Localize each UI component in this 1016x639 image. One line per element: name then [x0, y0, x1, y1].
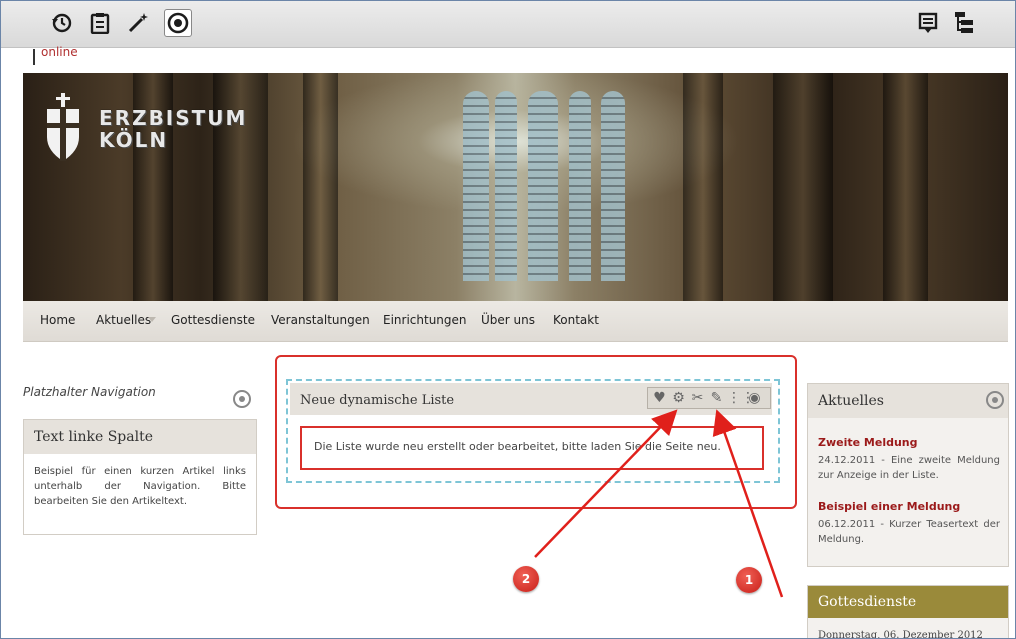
brand-line-1: ERZBISTUM [99, 106, 248, 130]
news-item-text: 24.12.2011 - Eine zweite Meldung zur Anz… [818, 455, 1000, 481]
news-item-text: 06.12.2011 - Kurzer Teasertext der Meldu… [818, 519, 1000, 545]
grid-icon[interactable]: ⋮⋮ [727, 388, 755, 408]
navigation-placeholder: Platzhalter Navigation [23, 385, 156, 399]
favorite-add-icon[interactable]: ♥ [651, 388, 668, 408]
reload-message: Die Liste wurde neu erstellt oder bearbe… [314, 440, 721, 453]
left-article-text: Beispiel für einen kurzen Artikel links … [34, 466, 246, 507]
target-icon[interactable] [233, 390, 251, 408]
services-box: Gottesdienste Donnerstag, 06. Dezember 2… [807, 585, 1009, 639]
history-icon[interactable] [49, 10, 75, 36]
browser-frame: online ERZBISTUM KÖLN Home Aktuelles Got… [0, 0, 1016, 639]
cathedral-cross-icon [47, 93, 79, 161]
dynamic-list-title: Neue dynamische Liste [300, 393, 455, 408]
services-date: Donnerstag, 06. Dezember 2012 [818, 630, 983, 639]
stained-glass-window [601, 91, 625, 281]
left-article-box: Text linke Spalte Beispiel für einen kur… [23, 419, 257, 535]
scissors-icon[interactable]: ✂ [689, 388, 706, 408]
stained-glass-window [528, 91, 558, 281]
banner-pillar [683, 73, 723, 301]
dropdown-indicator-icon [148, 317, 156, 322]
target-icon[interactable] [164, 9, 192, 37]
nav-item-home[interactable]: Home [40, 313, 75, 327]
reload-message-box: Die Liste wurde neu erstellt oder bearbe… [300, 426, 764, 470]
left-article-title: Text linke Spalte [24, 420, 256, 454]
nav-item-aktuelles[interactable]: Aktuelles [96, 313, 151, 327]
annotation-marker-2: 2 [513, 566, 539, 592]
services-box-title: Gottesdienste [808, 586, 1008, 618]
header-banner: ERZBISTUM KÖLN [23, 73, 1008, 301]
news-box-title-text: Aktuelles [818, 393, 884, 409]
banner-pillar [883, 73, 928, 301]
element-edit-toolbar: ♥ ⚙ ✂ ✎ ⋮⋮ ◉ [647, 387, 771, 409]
nav-item-veranstaltungen[interactable]: Veranstaltungen [271, 313, 370, 327]
target-icon[interactable] [986, 391, 1004, 409]
site-logo-text: online [41, 45, 78, 59]
stained-glass-window [569, 91, 591, 281]
sitemap-icon[interactable] [951, 10, 977, 36]
target-icon[interactable]: ◉ [746, 388, 763, 408]
stained-glass-window [495, 91, 517, 281]
brand-name: ERZBISTUM KÖLN [99, 107, 247, 151]
annotation-marker-1: 1 [736, 567, 762, 593]
news-item-title[interactable]: Beispiel einer Meldung [818, 500, 960, 513]
news-box-title: Aktuelles [808, 384, 1008, 418]
clipboard-icon[interactable] [87, 10, 113, 36]
banner-pillar [773, 73, 833, 301]
settings-gear-icon[interactable]: ⚙ [670, 388, 687, 408]
main-navigation: Home Aktuelles Gottesdienste Veranstaltu… [23, 301, 1008, 342]
news-item-title[interactable]: Zweite Meldung [818, 436, 918, 449]
magic-wand-icon[interactable] [125, 10, 151, 36]
brand-line-2: KÖLN [99, 128, 169, 152]
banner-pillar [303, 73, 338, 301]
news-box: Aktuelles Zweite Meldung 24.12.2011 - Ei… [807, 383, 1009, 567]
stained-glass-window [463, 91, 489, 281]
nav-item-einrichtungen[interactable]: Einrichtungen [383, 313, 467, 327]
nav-item-gottesdienste[interactable]: Gottesdienste [171, 313, 255, 327]
nav-item-ueber-uns[interactable]: Über uns [481, 313, 535, 327]
publish-list-icon[interactable] [915, 10, 941, 36]
pencil-icon[interactable]: ✎ [708, 388, 725, 408]
editor-toolbar [1, 1, 1015, 48]
nav-item-kontakt[interactable]: Kontakt [553, 313, 599, 327]
